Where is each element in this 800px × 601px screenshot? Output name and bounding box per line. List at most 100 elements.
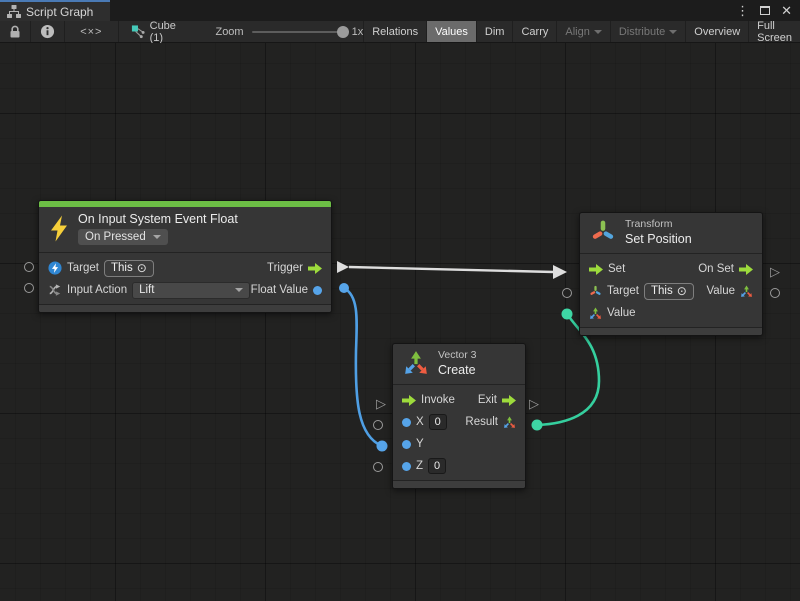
distribute-dropdown[interactable]: Distribute (610, 21, 685, 42)
close-icon[interactable]: ✕ (781, 4, 792, 17)
full-screen-label: Full Screen (757, 20, 792, 44)
carry-toggle[interactable]: Carry (512, 21, 556, 42)
values-toggle[interactable]: Values (426, 21, 476, 42)
node-footer (393, 480, 525, 488)
transform-target-this-button[interactable]: This ⊙ (644, 283, 694, 300)
transform-target-row: Target This ⊙ Value (580, 280, 762, 302)
event-inputaction-input-port[interactable] (24, 283, 34, 293)
input-system-icon (48, 261, 62, 275)
value-inspection-button[interactable]: <×> (65, 21, 119, 42)
input-action-icon (48, 283, 62, 297)
control-arrow-icon (739, 264, 753, 275)
zoom-slider-handle[interactable] (337, 26, 349, 38)
control-arrow-icon (502, 395, 516, 406)
lightning-bolt-icon (49, 215, 69, 242)
vector3-z-row: Z 0 (393, 455, 525, 477)
target-label: Target (67, 262, 99, 274)
transform-set-row: Set On Set (580, 258, 762, 280)
vector3-invoke-row: Invoke Exit (393, 389, 525, 411)
graph-hierarchy-icon (7, 5, 21, 18)
code-brackets-icon: <×> (80, 26, 102, 38)
relations-toggle[interactable]: Relations (363, 21, 426, 42)
vector3-x-row: X 0 Result (393, 411, 525, 433)
control-arrow-icon (589, 264, 603, 275)
event-inputaction-row: Input Action Lift Float Value (39, 279, 331, 301)
vector3-z-port[interactable] (373, 462, 383, 472)
values-label: Values (435, 26, 468, 38)
window-titlebar: Script Graph ⋮ ✕ (0, 0, 800, 21)
tab-label: Script Graph (26, 5, 93, 19)
node-vector3-create[interactable]: Vector 3 Create Invoke Exit X 0 (392, 343, 526, 489)
vector3-invoke-port[interactable]: ▷ (376, 397, 386, 410)
value-output-label: Value (706, 285, 735, 297)
vector3-icon (403, 350, 429, 376)
target-label: Target (607, 285, 639, 297)
overview-button[interactable]: Overview (685, 21, 748, 42)
invoke-label: Invoke (421, 394, 455, 406)
node-transform-set-position[interactable]: Transform Set Position Set On Set Target (579, 212, 763, 336)
dropdown-arrow-icon (594, 30, 602, 34)
vector3-mini-icon (740, 285, 753, 298)
info-button[interactable] (31, 21, 65, 42)
zoom-label: Zoom (215, 26, 243, 38)
transform-onset-port[interactable]: ▷ (770, 265, 780, 278)
dropdown-arrow-icon (235, 288, 243, 292)
overview-label: Overview (694, 26, 740, 38)
graph-reference-breadcrumb[interactable]: Cube (1) (119, 21, 202, 42)
input-action-value: Lift (139, 284, 154, 296)
transform-icon (590, 219, 616, 245)
y-label: Y (416, 438, 424, 450)
set-label: Set (608, 263, 625, 275)
kebab-menu-icon[interactable]: ⋮ (736, 4, 749, 17)
vector3-mini-icon (589, 307, 602, 320)
vector3-x-port[interactable] (373, 420, 383, 430)
event-target-this-button[interactable]: This ⊙ (104, 260, 154, 277)
maximize-icon[interactable] (760, 6, 770, 15)
node-title: Create (438, 363, 477, 377)
y-port-icon (402, 440, 411, 449)
graph-reference-label: Cube (1) (150, 20, 190, 44)
x-port-icon (402, 418, 411, 427)
align-dropdown[interactable]: Align (556, 21, 609, 42)
transform-value-output-port[interactable] (770, 288, 780, 298)
control-arrow-icon (308, 263, 322, 274)
control-arrow-icon (402, 395, 416, 406)
zoom-value: 1x (352, 26, 364, 38)
x-value-field[interactable]: 0 (429, 414, 447, 430)
dropdown-arrow-icon (669, 30, 677, 34)
dim-toggle[interactable]: Dim (476, 21, 513, 42)
trigger-label: Trigger (267, 262, 303, 274)
this-label: This (651, 285, 673, 297)
on-set-label: On Set (698, 263, 734, 275)
carry-label: Carry (521, 26, 548, 38)
transform-value-row: Value (580, 302, 762, 324)
node-on-input-system-event-float[interactable]: On Input System Event Float On Pressed T… (38, 200, 332, 313)
input-action-dropdown[interactable]: Lift (132, 282, 250, 299)
align-label: Align (565, 26, 589, 38)
event-mode-label: On Pressed (85, 231, 146, 243)
info-icon (40, 24, 55, 39)
value-input-label: Value (607, 307, 636, 319)
tab-script-graph[interactable]: Script Graph (0, 0, 110, 21)
z-value-field[interactable]: 0 (428, 458, 446, 474)
graph-toolbar: <×> Cube (1) Zoom 1x Relations Values Di… (0, 21, 800, 43)
zoom-slider[interactable] (252, 31, 344, 33)
object-picker-icon: ⊙ (137, 261, 147, 275)
node-footer (580, 327, 762, 335)
graph-canvas[interactable]: ▷ ▷ ▷ On Input System Event Float On Pre… (0, 43, 800, 601)
transform-mini-icon (589, 285, 602, 298)
vector3-exit-port[interactable]: ▷ (529, 397, 539, 410)
event-target-input-port[interactable] (24, 262, 34, 272)
event-mode-dropdown[interactable]: On Pressed (78, 229, 168, 245)
vector3-mini-icon (503, 416, 516, 429)
transform-target-input-port[interactable] (562, 288, 572, 298)
full-screen-button[interactable]: Full Screen (748, 21, 800, 42)
dropdown-arrow-icon (153, 235, 161, 239)
trigger-to-set-connection[interactable] (337, 261, 567, 279)
zoom-control: Zoom 1x (215, 21, 363, 42)
node-title: Set Position (625, 232, 692, 246)
vector3-y-row: Y (393, 433, 525, 455)
node-footer (39, 304, 331, 312)
node-type-label: Vector 3 (438, 349, 477, 361)
lock-button[interactable] (0, 21, 31, 42)
